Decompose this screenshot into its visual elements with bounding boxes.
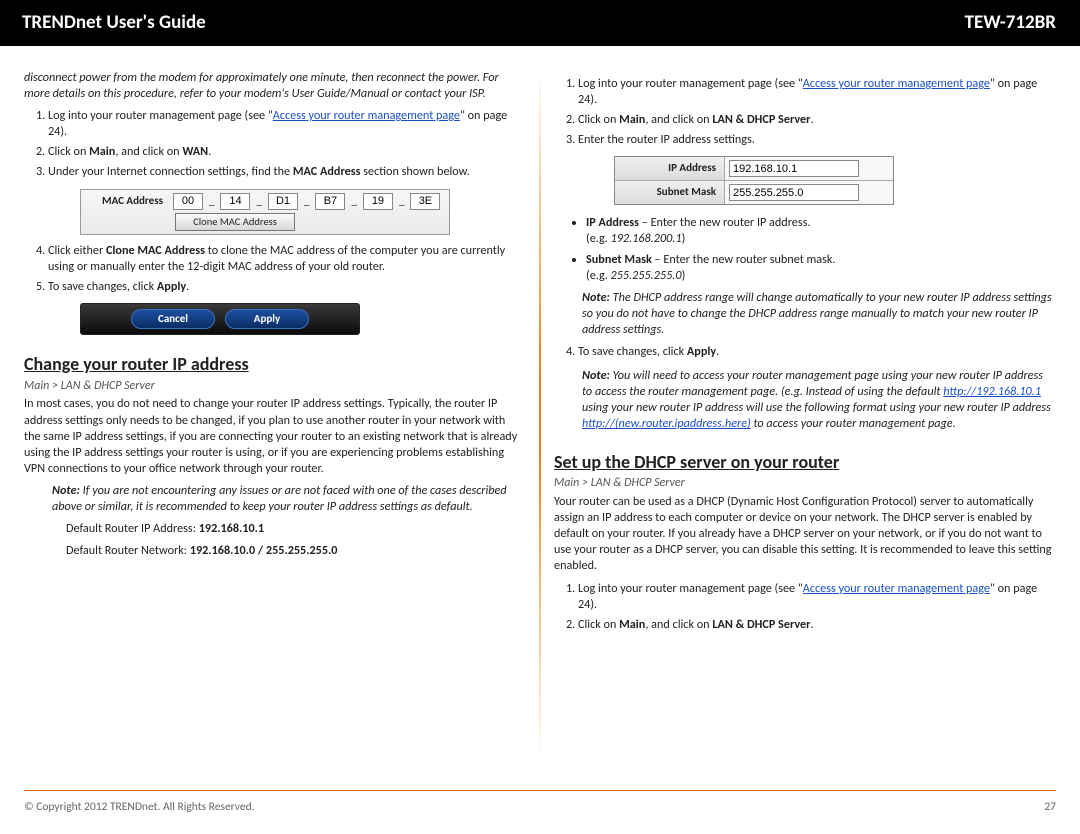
list-item: Click on Main, and click on LAN & DHCP S… (578, 112, 1054, 128)
list-item: To save changes, click Apply. (48, 279, 524, 295)
default-ip-line: Default Router IP Address: 192.168.10.1 (66, 521, 524, 537)
note-text: Note: You will need to access your route… (582, 368, 1054, 432)
new-ip-link[interactable]: http://(new.router.ipaddress.here) (582, 416, 751, 431)
footer: © Copyright 2012 TRENDnet. All Rights Re… (24, 800, 1056, 814)
ip-address-input[interactable] (729, 160, 859, 177)
breadcrumb: Main > LAN & DHCP Server (554, 476, 1054, 492)
list-item: Under your Internet connection settings,… (48, 164, 524, 180)
right-steps-1: Log into your router management page (se… (558, 76, 1054, 148)
left-column: disconnect power from the modem for appr… (24, 70, 524, 768)
body-text: Your router can be used as a DHCP (Dynam… (554, 494, 1054, 574)
right-steps-2: To save changes, click Apply. (558, 344, 1054, 360)
mac-seg-input[interactable] (315, 193, 345, 210)
left-steps-2: Click either Clone MAC Address to clone … (28, 243, 524, 295)
page-number: 27 (1044, 800, 1056, 814)
access-link[interactable]: Access your router management page (803, 581, 990, 596)
note-text: Note: The DHCP address range will change… (582, 290, 1054, 338)
list-item: Log into your router management page (se… (578, 581, 1054, 613)
mac-seg-input[interactable] (173, 193, 203, 210)
access-link[interactable]: Access your router management page (273, 108, 460, 123)
apply-button[interactable]: Apply (225, 309, 309, 329)
cancel-button[interactable]: Cancel (131, 309, 215, 329)
right-steps-3: Log into your router management page (se… (558, 581, 1054, 633)
body-text: In most cases, you do not need to change… (24, 396, 524, 476)
list-item: IP Address – Enter the new router IP add… (586, 215, 1054, 247)
ip-address-label: IP Address (615, 157, 725, 180)
cancel-apply-bar: Cancel Apply (80, 303, 360, 335)
footer-divider (24, 790, 1056, 791)
mac-address-panel: MAC Address _ _ _ _ _ Clone MAC Address (80, 189, 450, 235)
default-net-line: Default Router Network: 192.168.10.0 / 2… (66, 543, 524, 559)
model-number: TEW-712BR (965, 11, 1056, 34)
list-item: Click on Main, and click on LAN & DHCP S… (578, 617, 1054, 633)
list-item: Click on Main, and click on WAN. (48, 144, 524, 160)
ip-settings-panel: IP Address Subnet Mask (614, 156, 894, 205)
list-item: Click either Clone MAC Address to clone … (48, 243, 524, 275)
mac-label: MAC Address (87, 194, 167, 209)
header-title: TRENDnet User's Guide (22, 11, 206, 34)
list-item: Log into your router management page (se… (578, 76, 1054, 108)
note-text: Note: If you are not encountering any is… (52, 483, 524, 515)
access-link[interactable]: Access your router management page (803, 76, 990, 91)
default-ip-link[interactable]: http://192.168.10.1 (943, 384, 1041, 399)
ip-bullets: IP Address – Enter the new router IP add… (564, 215, 1054, 283)
list-item: To save changes, click Apply. (578, 344, 1054, 360)
header: TRENDnet User's Guide TEW-712BR (0, 0, 1080, 46)
breadcrumb: Main > LAN & DHCP Server (24, 379, 524, 395)
copyright-text: © Copyright 2012 TRENDnet. All Rights Re… (24, 800, 255, 814)
subnet-mask-input[interactable] (729, 184, 859, 201)
right-column: Log into your router management page (se… (554, 70, 1054, 768)
section-heading-dhcp: Set up the DHCP server on your router (554, 451, 1054, 475)
left-steps-1: Log into your router management page (se… (28, 108, 524, 180)
column-divider (539, 70, 541, 760)
intro-text: disconnect power from the modem for appr… (24, 70, 524, 102)
subnet-mask-label: Subnet Mask (615, 181, 725, 204)
content-columns: disconnect power from the modem for appr… (0, 46, 1080, 776)
mac-seg-input[interactable] (410, 193, 440, 210)
mac-seg-input[interactable] (220, 193, 250, 210)
list-item: Enter the router IP address settings. (578, 132, 1054, 148)
list-item: Log into your router management page (se… (48, 108, 524, 140)
mac-seg-input[interactable] (268, 193, 298, 210)
section-heading-change-ip: Change your router IP address (24, 353, 524, 377)
list-item: Subnet Mask – Enter the new router subne… (586, 252, 1054, 284)
clone-mac-button[interactable]: Clone MAC Address (175, 213, 295, 231)
mac-seg-input[interactable] (363, 193, 393, 210)
